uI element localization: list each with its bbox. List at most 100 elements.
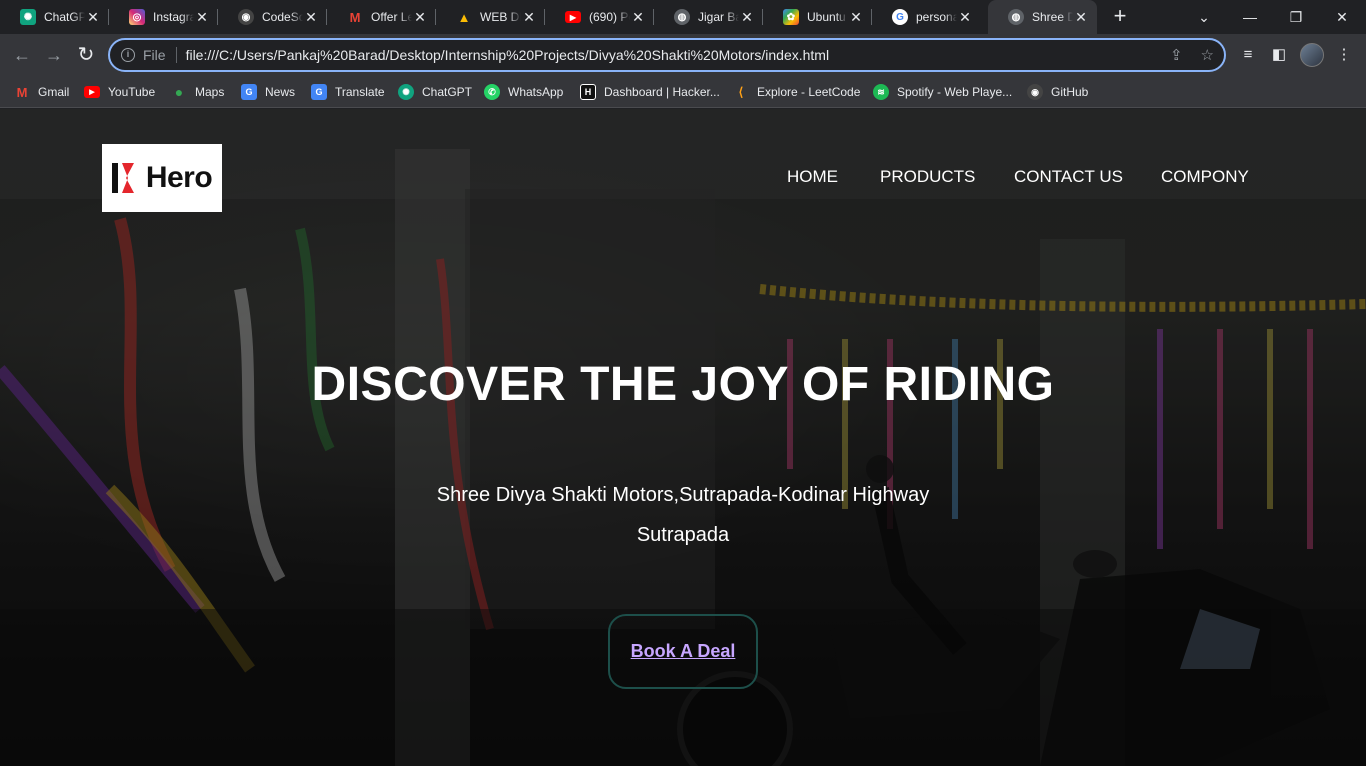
chatgpt-icon: ✺	[20, 9, 36, 25]
tab-title: Ubuntu	[807, 10, 846, 24]
webpage: Hero HOME PRODUCTS CONTACT US COMPONY DI…	[0, 109, 1366, 766]
share-icon[interactable]: ⇪	[1170, 46, 1183, 64]
whatsapp-icon: ✆	[484, 84, 500, 100]
bookmarks-bar: M Gmail ▶ YouTube ● Maps G News G Translate ✺…	[0, 76, 1366, 108]
nav-home[interactable]: HOME	[787, 167, 838, 187]
tab-title: Jigar Barad	[698, 10, 739, 24]
forward-button[interactable]: →	[42, 43, 66, 67]
nav-company[interactable]: COMPONY	[1161, 167, 1249, 187]
maps-icon: ●	[174, 84, 184, 100]
bookmark-gmail[interactable]: M Gmail	[14, 82, 70, 102]
tab-title: personal	[916, 10, 957, 24]
nav-products[interactable]: PRODUCTS	[880, 167, 975, 187]
bookmark-label: Maps	[195, 85, 225, 99]
side-panel-icon[interactable]: ◧	[1267, 43, 1291, 67]
back-button[interactable]: ←	[10, 43, 34, 67]
book-a-deal-button[interactable]: Book A Deal	[608, 614, 758, 689]
close-window-button[interactable]: ✕	[1319, 0, 1365, 34]
browser-tab[interactable]: ✿ Ubuntu ✕	[763, 0, 872, 34]
browser-tab[interactable]: ▲ WEB DEV✕	[436, 0, 545, 34]
tab-title: ChatGPT	[44, 10, 85, 24]
bookmark-github[interactable]: ◉ GitHub	[1027, 82, 1088, 102]
bookmark-label: WhatsApp	[508, 85, 564, 99]
close-icon[interactable]: ✕	[303, 9, 319, 26]
reload-button[interactable]: ↻	[74, 43, 98, 67]
close-icon[interactable]: ✕	[848, 9, 864, 26]
bookmark-label: YouTube	[108, 85, 156, 99]
info-icon[interactable]: i	[121, 48, 135, 62]
bookmark-whatsapp[interactable]: ✆ WhatsApp	[484, 82, 563, 102]
hackerrank-icon: H	[580, 84, 596, 100]
browser-tab[interactable]: M Offer Letter✕	[327, 0, 436, 34]
address-bar[interactable]: i File file:///C:/Users/Pankaj%20Barad/D…	[108, 38, 1226, 72]
tab-title: (690) Personal	[589, 10, 630, 24]
gmail-icon: M	[16, 84, 28, 100]
logo-text: Hero	[145, 161, 213, 194]
browser-tab[interactable]: ◍ Jigar Barad✕	[654, 0, 763, 34]
hero-title: DISCOVER THE JOY OF RIDING	[311, 358, 1055, 411]
bookmark-leetcode[interactable]: ⟨ Explore - LeetCode	[733, 82, 861, 102]
bookmark-translate[interactable]: G Translate	[311, 82, 385, 102]
hero-logo[interactable]: Hero	[102, 144, 222, 212]
bookmark-maps[interactable]: ● Maps	[171, 82, 225, 102]
close-icon[interactable]: ✕	[630, 9, 646, 26]
hero-logo-mark-icon	[111, 163, 134, 193]
tab-title: Offer Letter	[371, 10, 412, 24]
url-text[interactable]: file:///C:/Users/Pankaj%20Barad/Desktop/…	[186, 47, 830, 63]
tab-title: WEB DEV	[480, 10, 521, 24]
restore-button[interactable]: ❐	[1273, 0, 1319, 34]
tab-search-icon[interactable]: ⌄	[1181, 0, 1227, 34]
new-tab-button[interactable]: +	[1108, 5, 1132, 29]
bookmark-label: Gmail	[38, 85, 70, 99]
close-icon[interactable]: ✕	[739, 9, 755, 26]
browser-tab[interactable]: ◉ CodeSoft✕	[218, 0, 327, 34]
github-icon: ◉	[1027, 84, 1043, 100]
close-icon[interactable]: ✕	[521, 9, 537, 26]
scheme-label: File	[143, 47, 166, 63]
bookmark-label: ChatGPT	[422, 85, 473, 99]
close-icon[interactable]: ✕	[412, 9, 428, 26]
book-a-deal-label: Book A Deal	[630, 641, 736, 661]
tab-title: CodeSoft	[262, 10, 303, 24]
browser-tab-active[interactable]: ◍ Shree Divya✕	[988, 0, 1097, 34]
browser-tab[interactable]: ◎ Instagram✕	[109, 0, 218, 34]
globe-icon: ◍	[1008, 9, 1024, 25]
hero-subtitle-city: Sutrapada	[636, 524, 730, 546]
close-icon[interactable]: ✕	[1073, 9, 1089, 26]
translate-icon: G	[311, 84, 327, 100]
bookmark-spotify[interactable]: ≋ Spotify - Web Playe...	[873, 82, 1012, 102]
nav-contact-us[interactable]: CONTACT US	[1014, 167, 1123, 187]
bookmark-hackerrank[interactable]: H Dashboard | Hacker...	[580, 82, 720, 102]
bookmark-star-icon[interactable]: ☆	[1201, 46, 1214, 64]
bookmark-chatgpt[interactable]: ✺ ChatGPT	[398, 82, 472, 102]
browser-tab[interactable]: ✺ ChatGPT✕	[0, 0, 109, 34]
close-icon[interactable]: ✕	[194, 9, 210, 26]
youtube-icon: ▶	[84, 86, 100, 98]
globe-icon: ◍	[674, 9, 690, 25]
bookmark-youtube[interactable]: ▶ YouTube	[84, 82, 155, 102]
ubuntu-icon: ✿	[783, 9, 799, 25]
browser-toolbar: ← → ↻ i File file:///C:/Users/Pankaj%20B…	[0, 34, 1366, 76]
bookmark-label: Explore - LeetCode	[757, 85, 861, 99]
minimize-button[interactable]: —	[1227, 0, 1273, 34]
instagram-icon: ◎	[129, 9, 145, 25]
google-icon: G	[892, 9, 908, 25]
news-icon: G	[241, 84, 257, 100]
media-control-icon[interactable]: ≡	[1236, 43, 1260, 67]
tab-strip: ✺ChatGPT✕ ◎Instagram✕ ◉CodeSoft✕ MOffer …	[0, 0, 1366, 34]
divider	[175, 47, 177, 63]
chatgpt-icon: ✺	[398, 84, 414, 100]
hero-subtitle-address: Shree Divya Shakti Motors,Sutrapada-Kodi…	[436, 484, 930, 506]
bookmark-news[interactable]: G News	[241, 82, 295, 102]
browser-tab[interactable]: Gpersonal✕	[872, 0, 981, 34]
close-icon[interactable]: ✕	[85, 9, 101, 26]
profile-avatar[interactable]	[1300, 43, 1324, 67]
menu-kebab-icon[interactable]: ⋮	[1332, 43, 1356, 67]
browser-tab[interactable]: ▶ (690) Personal✕	[545, 0, 654, 34]
github-icon: ◉	[238, 9, 254, 25]
close-icon[interactable]: ✕	[957, 9, 973, 26]
bookmark-label: News	[265, 85, 296, 99]
bookmark-label: Spotify - Web Playe...	[897, 85, 1013, 99]
youtube-icon: ▶	[565, 11, 581, 23]
leetcode-icon: ⟨	[738, 85, 744, 99]
